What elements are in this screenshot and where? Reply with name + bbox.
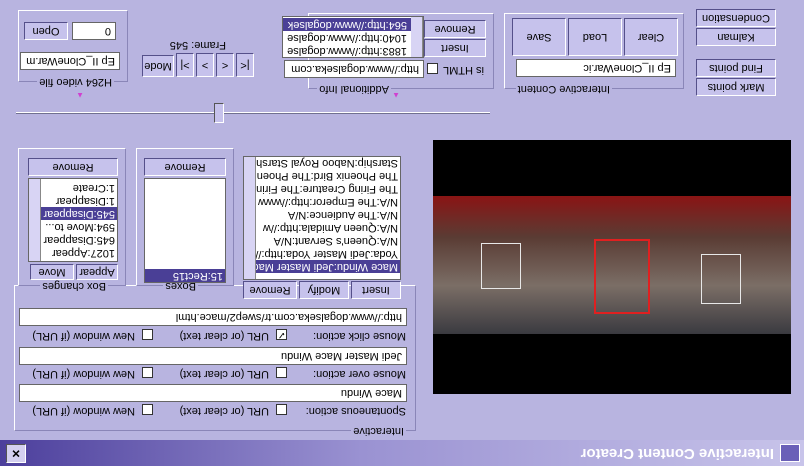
additional-info-scrollbar[interactable] — [411, 17, 423, 57]
spontaneous-url-label: URL (or clear text) — [177, 405, 271, 417]
additional-info-list-item[interactable]: 1040:http://www.dogalse — [283, 31, 423, 44]
mode-button[interactable]: Mode — [142, 55, 174, 77]
clear-button[interactable]: Clear — [624, 18, 678, 56]
app-window: Interactive Content Creator × Interactiv… — [0, 0, 804, 466]
interactive-list[interactable]: Mace Windu:Jedi Master Mace W Yoda:Jedi M… — [243, 156, 401, 280]
box-changes-list-item[interactable]: 1027:Appear — [29, 246, 117, 259]
spontaneous-new-window-label: New window (if URL) — [30, 405, 137, 417]
box-changes-list-item[interactable]: 1:Disappear — [29, 194, 117, 207]
box-changes-list-item[interactable]: 545:Disappear — [29, 207, 117, 220]
mouse-click-url-checkbox[interactable]: ✓ — [276, 329, 287, 340]
additional-info-insert-button[interactable]: Insert — [424, 39, 486, 57]
mouse-over-new-window-label: New window (if URL) — [30, 368, 137, 380]
load-button[interactable]: Load — [568, 18, 622, 56]
interactive-group-label: Interactive — [351, 425, 406, 437]
is-html-label: is HTML — [441, 64, 486, 76]
mouse-click-new-window-label: New window (if URL) — [30, 330, 137, 342]
title-bar: Interactive Content Creator × — [0, 440, 804, 466]
open-button[interactable]: Open — [24, 22, 68, 40]
box-changes-list-item[interactable]: 1:Create — [29, 181, 117, 194]
close-button[interactable]: × — [6, 444, 26, 463]
box-changes-list[interactable]: 1027:Appear 645:Disappear 594:Move to... 54… — [28, 178, 118, 262]
boxes-remove-button[interactable]: Remove — [144, 158, 226, 176]
interactive-list-item[interactable]: N/A:Queen's Servant:N/A — [244, 234, 400, 247]
check-icon: ✓ — [277, 329, 286, 340]
interactive-list-item[interactable]: The Phoenix Bird:The Phoenix — [244, 169, 400, 182]
additional-info-url-input[interactable]: http://www.dogalseka.com — [284, 60, 424, 78]
boxes-list-item[interactable]: 15:Rect15 — [145, 269, 225, 282]
video-file-label: H264 video file — [37, 76, 114, 88]
interactive-list-item[interactable]: Mace Windu:Jedi Master Mace W — [243, 260, 400, 273]
box-changes-remove-button[interactable]: Remove — [28, 158, 118, 176]
additional-info-label: Additional Info — [317, 83, 391, 95]
tracking-box — [481, 243, 521, 289]
mouse-over-input[interactable]: Jedi Master Mace Windu — [19, 347, 407, 365]
frame-label: Frame: 545 — [167, 39, 228, 51]
app-icon — [780, 444, 800, 462]
first-frame-button[interactable]: |< — [236, 53, 254, 77]
is-html-checkbox[interactable] — [427, 63, 438, 74]
box-changes-label: Box changes — [40, 280, 108, 292]
interactive-content-label: Interactive Content — [515, 83, 612, 95]
interactive-list-item[interactable]: N/A:Queen Amidala:http://w — [244, 221, 400, 234]
condensation-button[interactable]: Condensation — [696, 9, 776, 27]
box-changes-scrollbar[interactable] — [28, 179, 41, 261]
save-button[interactable]: Save — [512, 18, 566, 56]
spontaneous-url-checkbox[interactable] — [276, 404, 287, 415]
spontaneous-action-input[interactable]: Mace Windu — [19, 384, 407, 402]
kalman-button[interactable]: Kalman — [696, 28, 776, 46]
mouse-click-new-window-checkbox[interactable] — [142, 329, 153, 340]
mouse-over-url-label: URL (or clear text) — [177, 368, 271, 380]
interactive-content-file-input[interactable]: Ep II_CloneWar.ic — [516, 59, 676, 77]
mouse-click-label: Mouse click action: — [311, 330, 408, 342]
interactive-modify-button[interactable]: Modify — [299, 281, 349, 299]
interactive-list-scrollbar[interactable] — [243, 157, 256, 279]
box-changes-list-item[interactable]: 645:Disappear — [29, 233, 117, 246]
window-title: Interactive Content Creator — [580, 445, 774, 462]
mark-points-button[interactable]: Mark points — [696, 78, 776, 96]
additional-info-list-item[interactable]: 1883:http://www.dogalse — [283, 44, 423, 57]
mouse-click-input[interactable]: http://www.dogalseka.com.tr/swep2/mace.h… — [19, 308, 407, 326]
box-changes-list-item[interactable]: 594:Move to... — [29, 220, 117, 233]
interactive-list-item[interactable]: N/A:The Emperor:http://www — [244, 195, 400, 208]
marker-icon: ▲ — [392, 91, 400, 100]
boxes-list[interactable]: 15:Rect15 — [144, 178, 226, 283]
video-preview[interactable] — [433, 140, 791, 394]
interactive-list-item[interactable]: Yoda:Jedi Master Yoda:http:// — [244, 247, 400, 260]
additional-info-list[interactable]: 1883:http://www.dogalse 1040:http://www.d… — [282, 16, 424, 58]
last-frame-button[interactable]: >| — [176, 53, 194, 77]
interactive-list-item[interactable]: N/A:The Audience:N/A — [244, 208, 400, 221]
interactive-remove-button[interactable]: Remove — [243, 281, 297, 299]
frame-slider-thumb[interactable] — [214, 103, 224, 123]
video-file-input[interactable]: Ep II_CloneWar.m — [20, 52, 120, 70]
frame-nav: |< < > >| — [176, 53, 254, 77]
next-frame-button[interactable]: > — [196, 53, 214, 77]
interactive-insert-button[interactable]: Insert — [351, 281, 401, 299]
video-file-group — [18, 10, 128, 82]
spontaneous-action-label: Spontaneous action: — [303, 405, 408, 417]
additional-info-remove-button[interactable]: Remove — [424, 20, 486, 38]
frame-slider-track[interactable] — [16, 112, 490, 114]
box-appear-button[interactable]: Appear — [76, 264, 118, 280]
selected-tracking-box[interactable] — [594, 239, 650, 314]
video-frame — [433, 196, 791, 334]
mouse-over-label: Mouse over action: — [311, 368, 408, 380]
box-move-button[interactable]: Move — [30, 264, 74, 280]
mouse-over-url-checkbox[interactable] — [276, 367, 287, 378]
spontaneous-new-window-checkbox[interactable] — [142, 404, 153, 415]
open-value-input[interactable]: 0 — [72, 22, 116, 40]
marker-icon: ▲ — [76, 91, 84, 100]
mouse-over-new-window-checkbox[interactable] — [142, 367, 153, 378]
interactive-list-item[interactable]: Starship:Naboo Royal Starship — [244, 156, 400, 169]
additional-info-list-item[interactable]: 564:http://www.dogalsek — [283, 18, 423, 31]
tracking-box — [701, 254, 741, 304]
interactive-list-item[interactable]: The Firing Creature:The Firin — [244, 182, 400, 195]
find-points-button[interactable]: Find points — [696, 59, 776, 77]
prev-frame-button[interactable]: < — [216, 53, 234, 77]
mouse-click-url-label: URL (or clear text) — [177, 330, 271, 342]
